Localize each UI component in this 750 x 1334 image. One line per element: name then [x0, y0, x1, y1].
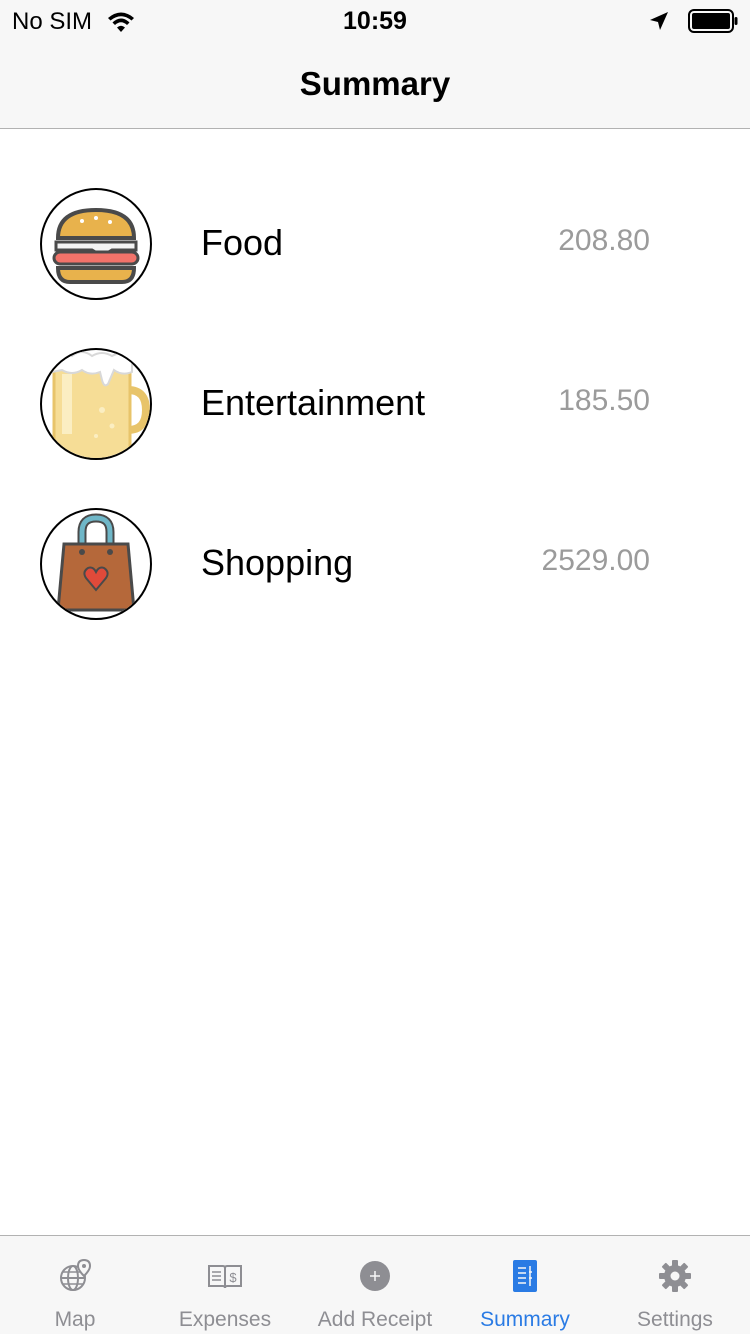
plus-circle-icon — [360, 1261, 390, 1291]
tab-label: Expenses — [178, 1308, 272, 1331]
page-title: Summary — [299, 65, 451, 102]
list-item-food[interactable]: Food 208.80 — [0, 164, 750, 324]
category-amount: 208.80 — [558, 224, 650, 257]
location-arrow-icon — [650, 12, 668, 30]
gear-icon — [659, 1260, 691, 1292]
dollar-book-icon: $ — [208, 1265, 242, 1289]
tab-label: Map — [54, 1308, 96, 1331]
category-label: Entertainment — [201, 382, 426, 423]
svg-text:$: $ — [229, 1270, 237, 1285]
tab-label: Summary — [480, 1308, 570, 1331]
category-amount: 185.50 — [558, 384, 650, 417]
tab-map[interactable]: Map — [0, 1236, 150, 1334]
list-item-shopping[interactable]: Shopping 2529.00 — [0, 484, 750, 644]
list-item-entertainment[interactable]: Entertainment 185.50 — [0, 324, 750, 484]
tab-summary[interactable]: Summary — [450, 1236, 600, 1334]
tab-bar: Map $ Expenses Add Receipt Summary Setti… — [0, 1235, 750, 1334]
tab-add-receipt[interactable]: Add Receipt — [300, 1236, 450, 1334]
globe-pin-icon — [60, 1258, 92, 1291]
burger-icon — [40, 188, 152, 300]
tab-settings[interactable]: Settings — [600, 1236, 750, 1334]
category-amount: 2529.00 — [541, 544, 650, 577]
category-label: Shopping — [201, 542, 354, 583]
summary-screen: No SIM 10:59 Summary Food 208.80 Enterta… — [0, 0, 750, 1334]
shopping-bag-icon — [40, 508, 152, 620]
category-label: Food — [201, 222, 284, 263]
battery-icon — [688, 9, 738, 33]
status-time: 10:59 — [343, 7, 407, 35]
navigation-bar: Summary — [0, 40, 750, 129]
beer-mug-icon — [40, 348, 152, 460]
status-right — [648, 9, 738, 33]
status-bar: No SIM 10:59 — [0, 0, 750, 40]
tab-expenses[interactable]: $ Expenses — [150, 1236, 300, 1334]
tab-label: Settings — [637, 1308, 713, 1331]
summary-list-icon — [513, 1260, 537, 1292]
category-list: Food 208.80 Entertainment 185.50 Shoppin… — [0, 129, 750, 644]
tab-label: Add Receipt — [317, 1308, 433, 1331]
